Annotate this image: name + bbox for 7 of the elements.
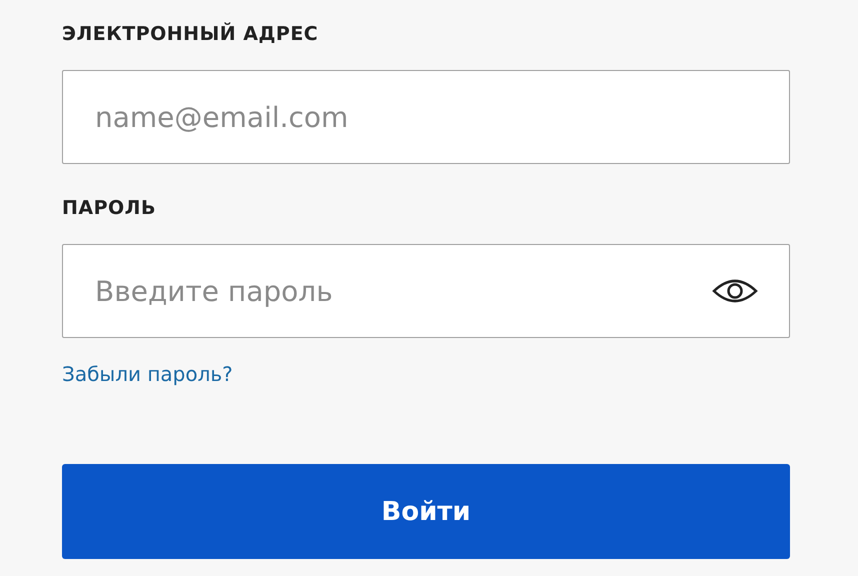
- field-label: ПАРОЛЬ: [62, 196, 156, 221]
- eye-icon[interactable]: [712, 277, 758, 305]
- login-button[interactable]: Войти: [62, 464, 790, 559]
- email-field[interactable]: name@email.com: [62, 70, 790, 164]
- password-field[interactable]: Введите пароль: [62, 244, 790, 338]
- forgot-password-link[interactable]: Забыли пароль?: [62, 362, 233, 386]
- field-label: ЭЛЕКТРОННЫЙ АДРЕС: [62, 21, 318, 47]
